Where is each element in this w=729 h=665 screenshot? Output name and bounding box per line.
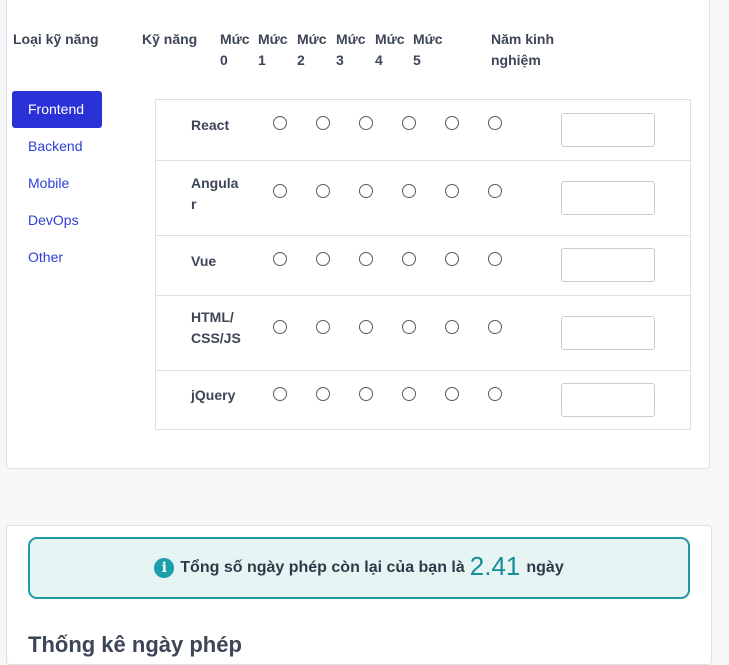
header-category: Loại kỹ năng <box>13 31 99 47</box>
tab-other[interactable]: Other <box>12 239 102 276</box>
leave-prefix: Tổng số ngày phép còn lại của bạn là <box>180 559 465 576</box>
level-3-radio[interactable] <box>402 184 416 198</box>
skill-name: Angular <box>191 175 239 212</box>
skill-name: jQuery <box>191 387 236 403</box>
level-3-radio[interactable] <box>402 252 416 266</box>
header-level-1: Mức 1 <box>258 31 288 68</box>
skill-row-vue: Vue <box>156 235 690 296</box>
leave-value: 2.41 <box>469 550 521 581</box>
header-level-3: Mức 3 <box>336 31 366 68</box>
tab-devops[interactable]: DevOps <box>12 202 102 239</box>
header-level-5: Mức 5 <box>413 31 443 68</box>
level-5-radio[interactable] <box>488 252 502 266</box>
level-1-radio[interactable] <box>316 387 330 401</box>
years-input[interactable] <box>561 113 655 147</box>
skill-row-angular: Angular <box>156 160 690 236</box>
level-2-radio[interactable] <box>359 320 373 334</box>
info-icon: i <box>154 558 175 578</box>
level-5-radio[interactable] <box>488 184 502 198</box>
level-5-radio[interactable] <box>488 320 502 334</box>
level-3-radio[interactable] <box>402 320 416 334</box>
level-4-radio[interactable] <box>445 252 459 266</box>
skill-name: Vue <box>191 253 217 269</box>
level-0-radio[interactable] <box>273 184 287 198</box>
level-4-radio[interactable] <box>445 184 459 198</box>
level-4-radio[interactable] <box>445 320 459 334</box>
level-2-radio[interactable] <box>359 184 373 198</box>
level-3-radio[interactable] <box>402 387 416 401</box>
level-0-radio[interactable] <box>273 252 287 266</box>
skill-name: HTML/CSS/JS <box>191 309 241 346</box>
years-input[interactable] <box>561 383 655 417</box>
level-2-radio[interactable] <box>359 387 373 401</box>
category-tabs: Frontend Backend Mobile DevOps Other <box>12 91 102 276</box>
header-skill: Kỹ năng <box>142 31 198 47</box>
level-5-radio[interactable] <box>488 387 502 401</box>
level-4-radio[interactable] <box>445 116 459 130</box>
years-input[interactable] <box>561 248 655 282</box>
years-input[interactable] <box>561 181 655 215</box>
header-level-4: Mức 4 <box>375 31 405 68</box>
header-level-2: Mức 2 <box>297 31 327 68</box>
skill-row-html: HTML/CSS/JS <box>156 295 690 371</box>
skill-name: React <box>191 117 230 133</box>
skills-table: React Angular Vue HTML/CSS/JS jQuery <box>155 99 691 430</box>
level-1-radio[interactable] <box>316 184 330 198</box>
level-2-radio[interactable] <box>359 252 373 266</box>
leave-alert: i Tổng số ngày phép còn lại của bạn là 2… <box>28 537 690 599</box>
tab-mobile[interactable]: Mobile <box>12 165 102 202</box>
tab-frontend[interactable]: Frontend <box>12 91 102 128</box>
header-level-0: Mức 0 <box>220 31 250 68</box>
level-2-radio[interactable] <box>359 116 373 130</box>
level-0-radio[interactable] <box>273 387 287 401</box>
level-3-radio[interactable] <box>402 116 416 130</box>
skill-row-jquery: jQuery <box>156 370 690 430</box>
level-1-radio[interactable] <box>316 320 330 334</box>
tab-backend[interactable]: Backend <box>12 128 102 165</box>
leave-card: i Tổng số ngày phép còn lại của bạn là 2… <box>6 525 712 665</box>
years-input[interactable] <box>561 316 655 350</box>
skill-row-react: React <box>156 100 690 160</box>
level-4-radio[interactable] <box>445 387 459 401</box>
header-years: Năm kinh nghiệm <box>491 31 555 68</box>
level-1-radio[interactable] <box>316 116 330 130</box>
level-0-radio[interactable] <box>273 320 287 334</box>
level-0-radio[interactable] <box>273 116 287 130</box>
level-1-radio[interactable] <box>316 252 330 266</box>
leave-suffix: ngày <box>526 559 564 576</box>
level-5-radio[interactable] <box>488 116 502 130</box>
stats-title: Thống kê ngày phép <box>28 632 242 657</box>
